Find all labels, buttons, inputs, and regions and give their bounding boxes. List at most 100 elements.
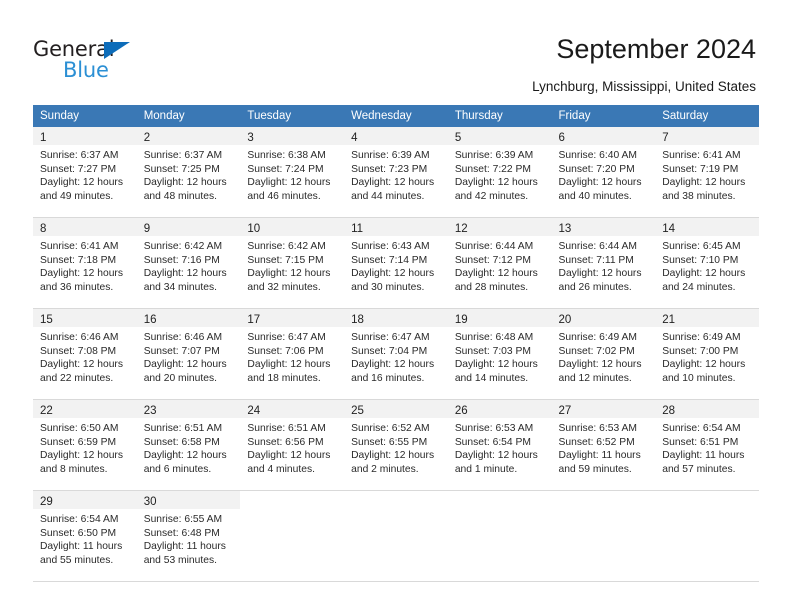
- sunrise-text: Sunrise: 6:43 AM: [351, 241, 430, 252]
- calendar-week-row: 22 Sunrise: 6:50 AM Sunset: 6:59 PM Dayligh…: [33, 399, 759, 491]
- calendar-day-cell[interactable]: 6 Sunrise: 6:40 AM Sunset: 7:20 PM Daylight…: [551, 127, 656, 218]
- sunset-text: Sunset: 7:18 PM: [40, 254, 117, 266]
- calendar-day-cell[interactable]: 20 Sunrise: 6:49 AM Sunset: 7:02 PM Dayligh…: [551, 308, 656, 400]
- sunrise-text: Sunrise: 6:37 AM: [143, 150, 223, 161]
- calendar-day-cell[interactable]: 25 Sunrise: 6:52 AM Sunset: 6:55 PM Dayligh…: [344, 399, 448, 491]
- sunset-text: Sunset: 7:10 PM: [662, 254, 739, 266]
- calendar-day-cell[interactable]: 5 Sunrise: 6:39 AM Sunset: 7:22 PM Daylight…: [447, 127, 552, 218]
- calendar-day-cell[interactable]: 27 Sunrise: 6:53 AM Sunset: 6:52 PM Dayligh…: [551, 399, 656, 491]
- sunset-text: Sunset: 7:07 PM: [143, 345, 220, 357]
- sunset-text: Sunset: 7:12 PM: [454, 254, 531, 266]
- sunset-text: Sunset: 7:23 PM: [351, 163, 428, 175]
- sunrise-text: Sunrise: 6:51 AM: [143, 423, 223, 434]
- daylight-text-line1: Daylight: 12 hours: [143, 359, 227, 371]
- sunset-text: Sunset: 7:16 PM: [143, 254, 220, 266]
- calendar-day-cell[interactable]: 12 Sunrise: 6:44 AM Sunset: 7:12 PM Dayligh…: [447, 217, 552, 309]
- day-number: 23: [143, 405, 157, 417]
- sunrise-text: Sunrise: 6:41 AM: [662, 150, 741, 161]
- calendar-day-cell[interactable]: 15 Sunrise: 6:46 AM Sunset: 7:08 PM Dayligh…: [33, 308, 137, 400]
- daylight-text-line1: Daylight: 12 hours: [351, 177, 435, 189]
- daylight-text-line2: and 18 minutes.: [247, 372, 321, 384]
- day-number: 30: [143, 496, 157, 508]
- sunset-text: Sunset: 7:08 PM: [40, 345, 117, 357]
- daylight-text-line1: Daylight: 12 hours: [40, 359, 123, 371]
- weekday-header-wednesday: Wednesday: [344, 105, 448, 127]
- daylight-text-line1: Daylight: 12 hours: [40, 177, 123, 189]
- daylight-text-line1: Daylight: 12 hours: [454, 450, 538, 462]
- sunset-text: Sunset: 7:20 PM: [558, 163, 635, 175]
- calendar-day-cell[interactable]: 8 Sunrise: 6:41 AM Sunset: 7:18 PM Daylight…: [33, 217, 137, 309]
- sunrise-text: Sunrise: 6:51 AM: [247, 423, 326, 434]
- calendar-day-cell[interactable]: 10 Sunrise: 6:42 AM Sunset: 7:15 PM Dayligh…: [240, 217, 345, 309]
- sunrise-sunset-calendar: Sunday Monday Tuesday Wednesday Thursday…: [33, 105, 759, 582]
- sunrise-text: Sunrise: 6:46 AM: [40, 332, 119, 343]
- calendar-day-cell[interactable]: 28 Sunrise: 6:54 AM Sunset: 6:51 PM Dayligh…: [655, 399, 759, 491]
- calendar-day-cell[interactable]: 7 Sunrise: 6:41 AM Sunset: 7:19 PM Daylight…: [655, 127, 759, 218]
- sunset-text: Sunset: 7:04 PM: [351, 345, 428, 357]
- day-number: 6: [558, 132, 565, 144]
- sunset-text: Sunset: 6:58 PM: [143, 436, 220, 448]
- sunset-text: Sunset: 6:54 PM: [454, 436, 531, 448]
- sunset-text: Sunset: 7:00 PM: [662, 345, 739, 357]
- daylight-text-line2: and 49 minutes.: [40, 190, 114, 202]
- calendar-day-cell[interactable]: 16 Sunrise: 6:46 AM Sunset: 7:07 PM Dayligh…: [136, 308, 241, 400]
- day-number: 8: [40, 223, 47, 235]
- sunrise-text: Sunrise: 6:54 AM: [40, 514, 119, 525]
- daylight-text-line2: and 16 minutes.: [351, 372, 425, 384]
- calendar-day-cell[interactable]: 19 Sunrise: 6:48 AM Sunset: 7:03 PM Dayligh…: [447, 308, 552, 400]
- calendar-week-row: 15 Sunrise: 6:46 AM Sunset: 7:08 PM Dayligh…: [33, 308, 759, 400]
- calendar-day-cell[interactable]: 14 Sunrise: 6:45 AM Sunset: 7:10 PM Dayligh…: [655, 217, 759, 309]
- daylight-text-line2: and 24 minutes.: [662, 281, 736, 293]
- sunset-text: Sunset: 7:19 PM: [662, 163, 739, 175]
- sunrise-text: Sunrise: 6:55 AM: [143, 514, 223, 525]
- sunrise-text: Sunrise: 6:52 AM: [351, 423, 430, 434]
- sunrise-text: Sunrise: 6:49 AM: [558, 332, 637, 343]
- day-number: 4: [351, 132, 358, 144]
- calendar-day-cell[interactable]: 30 Sunrise: 6:55 AM Sunset: 6:48 PM Dayligh…: [136, 490, 241, 582]
- calendar-day-cell[interactable]: 29 Sunrise: 6:54 AM Sunset: 6:50 PM Dayligh…: [33, 490, 137, 582]
- daylight-text-line1: Daylight: 12 hours: [454, 177, 538, 189]
- daylight-text-line2: and 20 minutes.: [143, 372, 217, 384]
- calendar-day-cell[interactable]: 26 Sunrise: 6:53 AM Sunset: 6:54 PM Dayligh…: [447, 399, 552, 491]
- calendar-day-cell[interactable]: 21 Sunrise: 6:49 AM Sunset: 7:00 PM Dayligh…: [655, 308, 759, 400]
- day-number: 22: [40, 405, 53, 417]
- sunrise-text: Sunrise: 6:39 AM: [454, 150, 534, 161]
- daylight-text-line2: and 28 minutes.: [454, 281, 529, 293]
- daylight-text-line2: and 53 minutes.: [143, 554, 217, 566]
- sunrise-text: Sunrise: 6:42 AM: [247, 241, 326, 252]
- weekday-header-sunday: Sunday: [33, 105, 137, 127]
- daylight-text-line1: Daylight: 12 hours: [247, 268, 331, 280]
- day-number: 24: [247, 405, 261, 417]
- daylight-text-line1: Daylight: 12 hours: [143, 268, 227, 280]
- sunrise-text: Sunrise: 6:53 AM: [454, 423, 534, 434]
- weekday-header-friday: Friday: [551, 105, 656, 127]
- sunrise-text: Sunrise: 6:47 AM: [351, 332, 430, 343]
- daylight-text-line1: Daylight: 12 hours: [247, 359, 331, 371]
- calendar-day-cell[interactable]: 17 Sunrise: 6:47 AM Sunset: 7:06 PM Dayligh…: [240, 308, 345, 400]
- calendar-day-cell[interactable]: 22 Sunrise: 6:50 AM Sunset: 6:59 PM Dayligh…: [33, 399, 137, 491]
- calendar-day-cell[interactable]: 18 Sunrise: 6:47 AM Sunset: 7:04 PM Dayligh…: [344, 308, 448, 400]
- calendar-day-cell[interactable]: 13 Sunrise: 6:44 AM Sunset: 7:11 PM Dayligh…: [551, 217, 656, 309]
- daylight-text-line2: and 59 minutes.: [558, 463, 632, 475]
- daylight-text-line2: and 32 minutes.: [247, 281, 321, 293]
- general-blue-logo[interactable]: General Blue: [33, 37, 213, 87]
- calendar-day-cell[interactable]: 23 Sunrise: 6:51 AM Sunset: 6:58 PM Dayligh…: [136, 399, 241, 491]
- calendar-day-cell[interactable]: 4 Sunrise: 6:39 AM Sunset: 7:23 PM Daylight…: [344, 127, 448, 218]
- sunrise-text: Sunrise: 6:54 AM: [662, 423, 741, 434]
- sunrise-text: Sunrise: 6:44 AM: [558, 241, 637, 252]
- daylight-text-line2: and 22 minutes.: [40, 372, 114, 384]
- calendar-day-cell[interactable]: 24 Sunrise: 6:51 AM Sunset: 6:56 PM Dayligh…: [240, 399, 345, 491]
- daylight-text-line2: and 44 minutes.: [351, 190, 425, 202]
- day-number: 9: [143, 223, 151, 235]
- calendar-day-cell[interactable]: 1 Sunrise: 6:37 AM Sunset: 7:27 PM Daylight…: [33, 127, 137, 218]
- calendar-day-cell[interactable]: 3 Sunrise: 6:38 AM Sunset: 7:24 PM Daylight…: [240, 127, 345, 218]
- sunrise-text: Sunrise: 6:39 AM: [351, 150, 430, 161]
- calendar-day-cell[interactable]: 2 Sunrise: 6:37 AM Sunset: 7:25 PM Daylight…: [136, 127, 241, 218]
- daylight-text-line1: Daylight: 12 hours: [454, 268, 538, 280]
- calendar-day-cell[interactable]: 9 Sunrise: 6:42 AM Sunset: 7:16 PM Daylight…: [136, 217, 241, 309]
- calendar-day-cell[interactable]: 11 Sunrise: 6:43 AM Sunset: 7:14 PM Dayligh…: [344, 217, 448, 309]
- daylight-text-line1: Daylight: 12 hours: [247, 450, 331, 462]
- sunset-text: Sunset: 6:50 PM: [40, 527, 117, 539]
- sunrise-text: Sunrise: 6:46 AM: [143, 332, 223, 343]
- day-number: 10: [247, 223, 261, 235]
